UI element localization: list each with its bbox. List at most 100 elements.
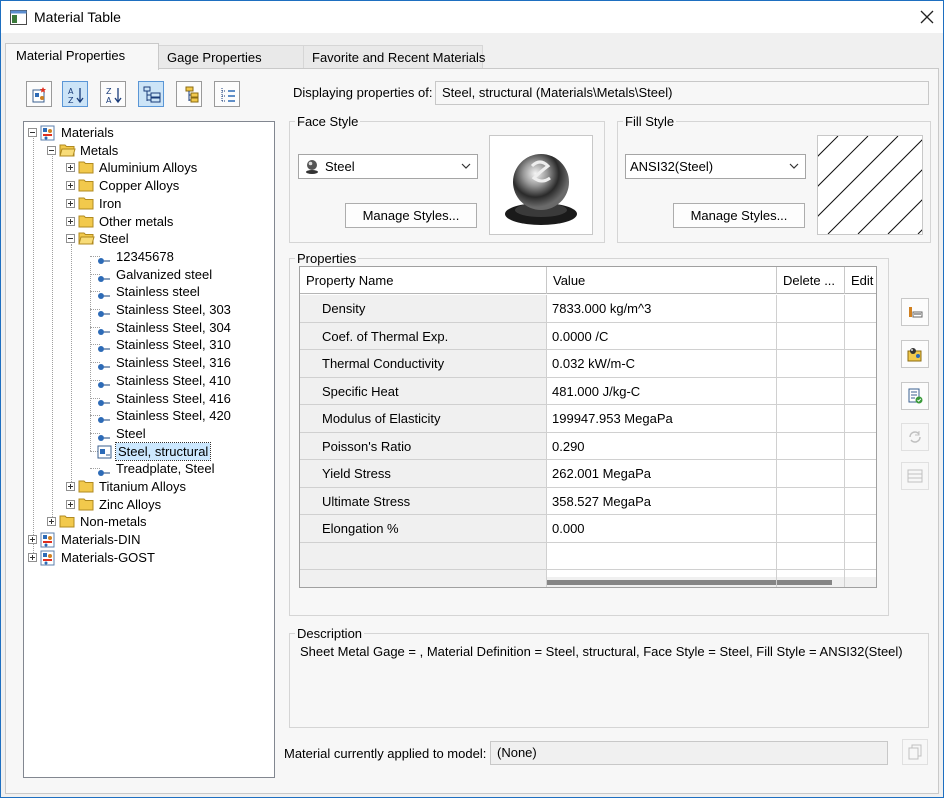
- delete-cell[interactable]: [777, 295, 845, 323]
- tree-folder[interactable]: Titanium Alloys: [24, 478, 274, 495]
- edit-cell[interactable]: [845, 433, 876, 460]
- expand-icon[interactable]: [66, 163, 75, 173]
- material-tree[interactable]: Materials Metals Aluminium Alloys Copper Al…: [23, 121, 275, 778]
- copy-button[interactable]: [902, 739, 928, 765]
- tree-material[interactable]: Stainless Steel, 303: [24, 301, 274, 318]
- fill-style-dropdown[interactable]: ANSI32(Steel): [625, 154, 806, 179]
- list-view-button[interactable]: [214, 81, 240, 107]
- tab-gage-properties[interactable]: Gage Properties: [158, 45, 304, 69]
- tab-favorite-recent[interactable]: Favorite and Recent Materials: [303, 45, 485, 69]
- expand-icon[interactable]: [28, 535, 37, 545]
- delete-cell[interactable]: [777, 405, 845, 433]
- tree-material[interactable]: Steel, structural: [24, 441, 274, 461]
- table-row[interactable]: [300, 570, 876, 587]
- tree-folder[interactable]: Iron: [24, 195, 274, 212]
- delete-cell[interactable]: [777, 350, 845, 378]
- tree-library[interactable]: Materials-GOST: [24, 549, 274, 566]
- expand-icon[interactable]: [47, 517, 56, 527]
- collapse-icon[interactable]: [47, 145, 56, 155]
- property-value-cell[interactable]: 262.001 MegaPa: [547, 460, 777, 488]
- column-header-edit[interactable]: Edit: [845, 267, 876, 294]
- fill-manage-styles-button[interactable]: Manage Styles...: [673, 203, 805, 228]
- close-icon[interactable]: [917, 7, 937, 27]
- table-row[interactable]: Thermal Conductivity 0.032 kW/m-C: [300, 350, 876, 378]
- tree-material[interactable]: Stainless Steel, 310: [24, 336, 274, 353]
- tree-material[interactable]: Stainless Steel, 410: [24, 372, 274, 389]
- expand-icon[interactable]: [66, 216, 75, 226]
- edit-cell[interactable]: [845, 350, 876, 378]
- face-manage-styles-button[interactable]: Manage Styles...: [345, 203, 477, 228]
- tree-material[interactable]: Stainless Steel, 420: [24, 407, 274, 424]
- tree-folder[interactable]: Aluminium Alloys: [24, 159, 274, 176]
- tree-material[interactable]: Treadplate, Steel: [24, 460, 274, 477]
- edit-cell[interactable]: [845, 295, 876, 323]
- edit-cell[interactable]: [845, 488, 876, 515]
- collapse-icon[interactable]: [28, 128, 37, 137]
- property-value-cell[interactable]: 199947.953 MegaPa: [547, 405, 777, 433]
- column-header-value[interactable]: Value: [547, 267, 777, 294]
- property-value-cell[interactable]: [547, 542, 777, 570]
- table-row[interactable]: [300, 542, 876, 570]
- apply-material-button[interactable]: [901, 423, 929, 451]
- property-value-cell[interactable]: 0.0000 /C: [547, 322, 777, 350]
- edit-cell[interactable]: [845, 515, 876, 543]
- collapse-icon[interactable]: [66, 234, 75, 244]
- column-header-property-name[interactable]: Property Name: [300, 267, 547, 294]
- expand-icon[interactable]: [66, 181, 75, 191]
- edit-material-button[interactable]: [901, 340, 929, 368]
- delete-cell[interactable]: [777, 377, 845, 405]
- table-row[interactable]: Ultimate Stress 358.527 MegaPa: [300, 487, 876, 515]
- edit-cell[interactable]: [845, 405, 876, 433]
- tree-view-button[interactable]: [138, 81, 164, 107]
- tab-material-properties[interactable]: Material Properties: [5, 43, 159, 70]
- edit-cell[interactable]: [845, 378, 876, 405]
- sort-ascending-button[interactable]: A Z: [62, 81, 88, 107]
- property-value-cell[interactable]: 481.000 J/kg-C: [547, 377, 777, 405]
- folder-view-button[interactable]: [176, 81, 202, 107]
- delete-cell[interactable]: [777, 570, 845, 587]
- tree-material[interactable]: Stainless Steel, 416: [24, 390, 274, 407]
- column-header-delete[interactable]: Delete ...: [777, 267, 845, 294]
- edit-cell[interactable]: [845, 543, 876, 570]
- tree-folder[interactable]: Zinc Alloys: [24, 496, 274, 513]
- tree-folder[interactable]: Copper Alloys: [24, 177, 274, 194]
- add-property-button[interactable]: [901, 298, 929, 326]
- tree-material[interactable]: Galvanized steel: [24, 266, 274, 283]
- table-row[interactable]: Elongation % 0.000: [300, 515, 876, 543]
- new-material-button[interactable]: [26, 81, 52, 107]
- delete-cell[interactable]: [777, 542, 845, 570]
- table-row[interactable]: Specific Heat 481.000 J/kg-C: [300, 377, 876, 405]
- expand-icon[interactable]: [66, 482, 75, 491]
- table-button[interactable]: [901, 462, 929, 490]
- delete-cell[interactable]: [777, 515, 845, 543]
- delete-cell[interactable]: [777, 322, 845, 350]
- expand-icon[interactable]: [28, 552, 37, 562]
- tree-folder[interactable]: Non-metals: [24, 513, 274, 530]
- edit-cell[interactable]: [845, 460, 876, 488]
- property-value-cell[interactable]: 0.000: [547, 515, 777, 543]
- tree-material[interactable]: Stainless Steel, 304: [24, 319, 274, 336]
- table-row[interactable]: Modulus of Elasticity 199947.953 MegaPa: [300, 405, 876, 433]
- tree-material[interactable]: Steel: [24, 425, 274, 442]
- tree-library[interactable]: Materials: [24, 124, 274, 141]
- table-row[interactable]: Yield Stress 262.001 MegaPa: [300, 460, 876, 488]
- expand-icon[interactable]: [66, 198, 75, 208]
- property-value-cell[interactable]: 0.032 kW/m-C: [547, 350, 777, 378]
- table-row[interactable]: Poisson's Ratio 0.290: [300, 432, 876, 460]
- tree-library[interactable]: Materials-DIN: [24, 531, 274, 548]
- table-row[interactable]: Coef. of Thermal Exp. 0.0000 /C: [300, 322, 876, 350]
- property-value-cell[interactable]: [547, 570, 777, 587]
- delete-cell[interactable]: [777, 487, 845, 515]
- tree-folder[interactable]: Other metals: [24, 213, 274, 230]
- tree-material[interactable]: 12345678: [24, 248, 274, 265]
- tree-material[interactable]: Stainless Steel, 316: [24, 354, 274, 371]
- sort-descending-button[interactable]: Z A: [100, 81, 126, 107]
- expand-icon[interactable]: [66, 499, 75, 509]
- properties-table[interactable]: Property Name Value Delete ... Edit Dens…: [299, 266, 877, 588]
- edit-cell[interactable]: [845, 323, 876, 350]
- delete-cell[interactable]: [777, 432, 845, 460]
- property-value-cell[interactable]: 0.290: [547, 432, 777, 460]
- tree-folder[interactable]: Metals: [24, 142, 274, 159]
- save-material-button[interactable]: [901, 382, 929, 410]
- edit-cell[interactable]: [845, 570, 876, 587]
